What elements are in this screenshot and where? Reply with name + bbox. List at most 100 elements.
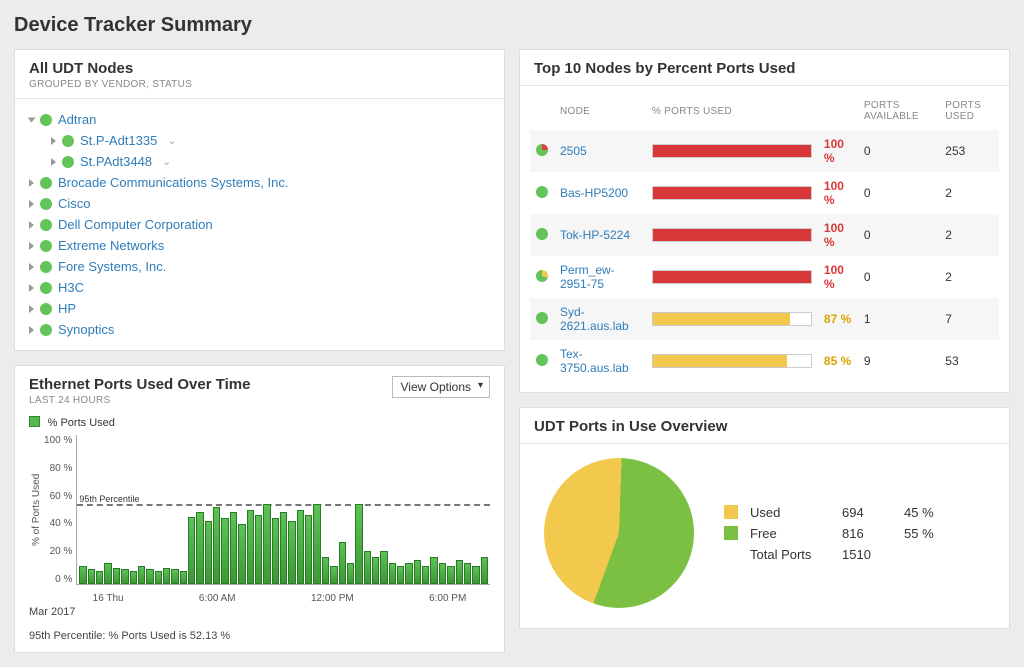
ports-used: 2 xyxy=(939,256,999,298)
chart-legend-label: % Ports Used xyxy=(48,417,115,429)
ports-available: 0 xyxy=(858,256,939,298)
chart-bar xyxy=(96,571,103,584)
ports-available: 9 xyxy=(858,340,939,382)
tree-vendor-node[interactable]: HP xyxy=(29,298,490,319)
pie-panel: UDT Ports in Use Overview Used 694 45 % … xyxy=(519,407,1010,629)
tree-vendor-node[interactable]: Cisco xyxy=(29,193,490,214)
tree-panel-title: All UDT Nodes xyxy=(29,60,490,77)
vendor-label[interactable]: Dell Computer Corporation xyxy=(58,217,213,232)
tree-vendor-node[interactable]: Synoptics xyxy=(29,319,490,340)
chart-bar xyxy=(138,566,145,584)
vendor-label[interactable]: Cisco xyxy=(58,196,91,211)
caret-right-icon[interactable] xyxy=(29,221,34,229)
tree-vendor-node[interactable]: Fore Systems, Inc. xyxy=(29,256,490,277)
chart-bar xyxy=(380,551,387,584)
chart-bar xyxy=(297,510,304,585)
left-column: All UDT Nodes GROUPED BY VENDOR, STATUS … xyxy=(14,49,505,653)
caret-down-icon[interactable] xyxy=(28,117,36,122)
chart-bar xyxy=(447,566,454,584)
caret-right-icon[interactable] xyxy=(51,158,56,166)
usage-bar xyxy=(652,144,812,158)
table-row: Tex-3750.aus.lab85 %953 xyxy=(530,340,999,382)
chart-bar xyxy=(188,517,195,584)
chart-bar xyxy=(414,560,421,584)
vendor-label[interactable]: Adtran xyxy=(58,112,96,127)
legend-used-label: Used xyxy=(750,505,830,520)
chevron-down-icon[interactable]: ⌄ xyxy=(162,155,171,168)
vendor-label[interactable]: Fore Systems, Inc. xyxy=(58,259,166,274)
tree-vendor-node[interactable]: Extreme Networks xyxy=(29,235,490,256)
node-label[interactable]: St.PAdt3448 xyxy=(80,154,152,169)
vendor-label[interactable]: H3C xyxy=(58,280,84,295)
caret-right-icon[interactable] xyxy=(29,263,34,271)
chart-bar xyxy=(79,566,86,584)
tree-vendor-node[interactable]: H3C xyxy=(29,277,490,298)
caret-right-icon[interactable] xyxy=(29,242,34,250)
chart-bar xyxy=(339,542,346,584)
caret-right-icon[interactable] xyxy=(29,200,34,208)
vendor-label[interactable]: Brocade Communications Systems, Inc. xyxy=(58,175,288,190)
node-link[interactable]: Tok-HP-5224 xyxy=(560,228,630,242)
usage-pct: 100 % xyxy=(824,137,844,165)
ports-available: 1 xyxy=(858,298,939,340)
legend-free-label: Free xyxy=(750,526,830,541)
usage-bar xyxy=(652,312,812,326)
chart-bar xyxy=(347,563,354,584)
chart-bar xyxy=(464,563,471,584)
node-link[interactable]: 2505 xyxy=(560,144,587,158)
bar-chart-area: 95th Percentile xyxy=(76,435,490,585)
node-link[interactable]: Bas-HP5200 xyxy=(560,186,628,200)
usage-bar xyxy=(652,186,812,200)
chevron-down-icon[interactable]: ⌄ xyxy=(167,134,176,147)
pie-legend: Used 694 45 % Free 816 55 % Total Ports … xyxy=(724,502,934,565)
vendor-label[interactable]: Extreme Networks xyxy=(58,238,164,253)
chart-bar xyxy=(238,524,245,584)
usage-bar xyxy=(652,228,812,242)
caret-right-icon[interactable] xyxy=(29,326,34,334)
ports-available: 0 xyxy=(858,214,939,256)
table-row: Tok-HP-5224100 %02 xyxy=(530,214,999,256)
caret-right-icon[interactable] xyxy=(29,179,34,187)
ports-used: 2 xyxy=(939,214,999,256)
vendor-label[interactable]: Synoptics xyxy=(58,322,114,337)
chart-panel-title: Ethernet Ports Used Over Time xyxy=(29,376,250,393)
usage-bar xyxy=(652,354,812,368)
status-dot-icon xyxy=(40,303,52,315)
y-axis-ticks: 100 %80 %60 %40 %20 %0 % xyxy=(44,435,76,585)
chart-month-label: Mar 2017 xyxy=(15,604,504,628)
caret-right-icon[interactable] xyxy=(29,284,34,292)
node-label[interactable]: St.P-Adt1335 xyxy=(80,133,157,148)
chart-bar xyxy=(372,557,379,584)
status-dot-icon xyxy=(40,114,52,126)
caret-right-icon[interactable] xyxy=(29,305,34,313)
chart-bar xyxy=(364,551,371,584)
tree-root-adtran[interactable]: Adtran xyxy=(29,109,490,130)
chart-bar xyxy=(104,563,111,584)
tree-vendor-node[interactable]: Dell Computer Corporation xyxy=(29,214,490,235)
status-dot-icon xyxy=(40,219,52,231)
chart-bar xyxy=(439,563,446,584)
chart-bar xyxy=(146,569,153,584)
tree-child-node[interactable]: St.PAdt3448 ⌄ xyxy=(51,151,490,172)
chart-bar xyxy=(180,571,187,584)
chart-panel: Ethernet Ports Used Over Time LAST 24 HO… xyxy=(14,365,505,653)
caret-right-icon[interactable] xyxy=(51,137,56,145)
view-options-select[interactable]: View Options xyxy=(392,376,490,398)
main-layout: All UDT Nodes GROUPED BY VENDOR, STATUS … xyxy=(14,49,1010,653)
chart-bar xyxy=(313,504,320,584)
vendor-label[interactable]: HP xyxy=(58,301,76,316)
chart-bar xyxy=(330,566,337,584)
node-link[interactable]: Perm_ew-2951-75 xyxy=(560,263,615,291)
chart-bar xyxy=(205,521,212,584)
legend-square-icon xyxy=(29,416,40,427)
chart-bar xyxy=(255,515,262,584)
top10-table: NODE % PORTS USED PORTS AVAILABLE PORTS … xyxy=(530,92,999,382)
tree-vendor-node[interactable]: Brocade Communications Systems, Inc. xyxy=(29,172,490,193)
chart-bar xyxy=(171,569,178,584)
legend-used-pct: 45 % xyxy=(904,505,934,520)
tree-child-node[interactable]: St.P-Adt1335 ⌄ xyxy=(51,130,490,151)
chart-bar xyxy=(196,512,203,584)
top10-panel-title: Top 10 Nodes by Percent Ports Used xyxy=(534,60,995,77)
node-link[interactable]: Syd-2621.aus.lab xyxy=(560,305,629,333)
node-link[interactable]: Tex-3750.aus.lab xyxy=(560,347,629,375)
